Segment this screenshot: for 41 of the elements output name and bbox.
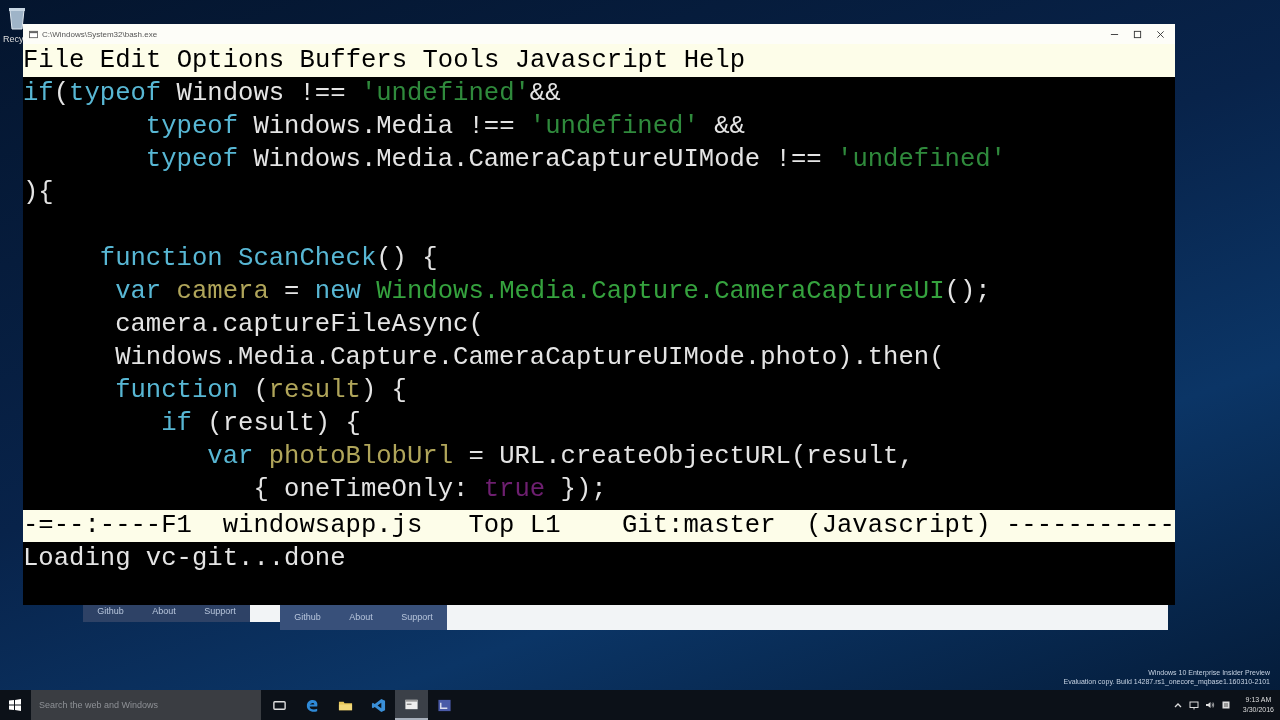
window-icon <box>437 697 452 713</box>
menu-item[interactable]: Buffers <box>299 46 408 75</box>
network-icon[interactable] <box>1188 700 1199 710</box>
code-line: Windows.Media.Capture.CameraCaptureUIMode.photo).then( <box>114 342 945 374</box>
start-icon[interactable] <box>9 699 21 711</box>
menu-item[interactable]: Edit <box>99 46 162 75</box>
code-line: camera.captureFileAsync( <box>114 309 484 341</box>
nav-link[interactable]: About <box>349 612 373 622</box>
code-line: typeof Windows.Media !== 'undefined' && <box>144 111 745 143</box>
code-line: var photoBlobUrl = URL.createObjectURL(result, <box>206 441 914 473</box>
recycle-bin-label: Recy <box>3 34 24 44</box>
nav-link[interactable]: Github <box>294 612 321 622</box>
maximize-icon[interactable] <box>1133 29 1142 39</box>
code-line: if(typeof Windows !== 'undefined'&& <box>23 78 561 110</box>
code-line: var camera = new Windows.Media.Capture.CameraCaptureUI(); <box>114 276 991 308</box>
echo-message: Loading vc-git...done <box>23 544 346 573</box>
menu-item[interactable]: Options <box>176 46 285 75</box>
terminal-icon <box>29 29 38 39</box>
recycle-bin-icon[interactable] <box>7 6 27 30</box>
nav-link[interactable]: About <box>152 606 176 616</box>
menu-item[interactable]: Javascript <box>514 46 669 75</box>
menu-item[interactable]: Tools <box>422 46 500 75</box>
menu-item[interactable]: Help <box>683 46 746 75</box>
nav-link[interactable]: Support <box>401 612 433 622</box>
notification-icon[interactable] <box>1220 700 1231 710</box>
nav-link[interactable]: Github <box>97 606 124 616</box>
close-icon[interactable] <box>1156 29 1165 39</box>
code-line: typeof Windows.Media.CameraCaptureUIMode !== 'undefined' <box>144 144 1006 176</box>
nav-link[interactable]: Support <box>204 606 236 616</box>
code-line: ){ <box>23 177 54 209</box>
search-field[interactable]: Search the web and Windows <box>31 690 261 720</box>
window-title: C:\Windows\System32\bash.exe <box>42 29 158 39</box>
code-line: if (result) { <box>160 408 361 440</box>
speaker-icon[interactable] <box>1204 700 1215 710</box>
code-editor-icon <box>371 697 386 713</box>
browser-icon <box>305 697 320 713</box>
code-line: function (result) { <box>114 375 407 407</box>
taskbar-button[interactable] <box>395 690 428 720</box>
code-line: function ScanCheck() { <box>98 243 438 275</box>
menu-item[interactable]: File <box>23 46 85 75</box>
code-line: { oneTimeOnly: true }); <box>252 474 607 506</box>
